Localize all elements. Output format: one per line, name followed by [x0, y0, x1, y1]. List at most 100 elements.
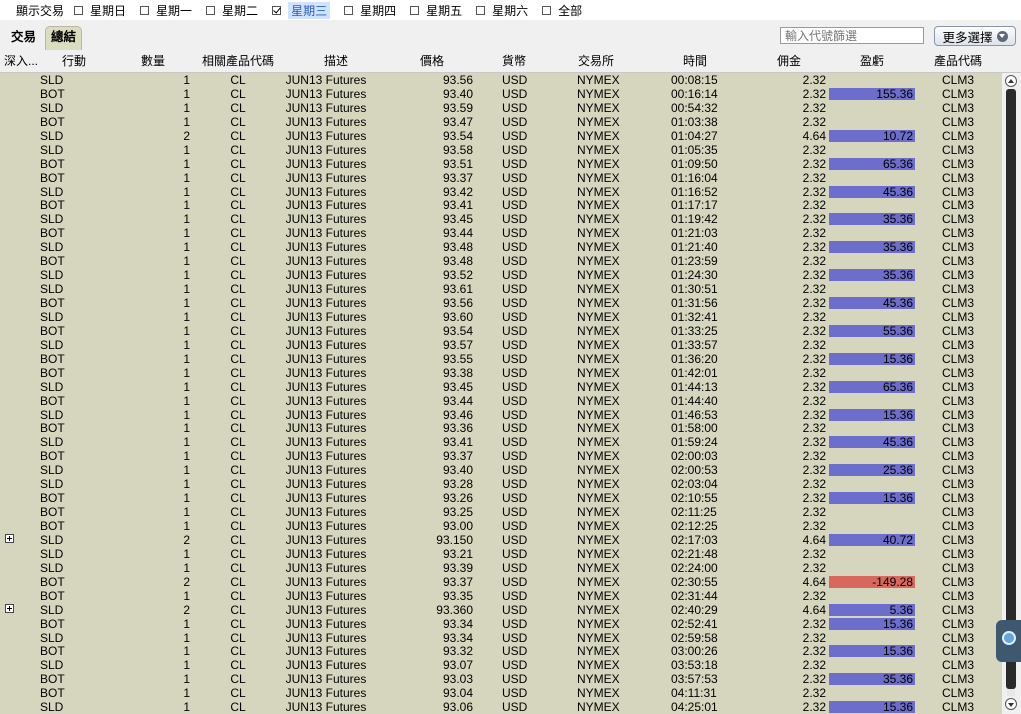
table-row[interactable]: BOT 1 CL JUN13 Futures 93.44 USD NYMEX 01:44:40… — [0, 394, 1002, 408]
cell-commission: 2.32 — [802, 616, 826, 631]
cell-symbol: CLM3 — [942, 477, 975, 492]
table-row[interactable]: SLD 2 CL JUN13 Futures 93.360 USD NYMEX 02:40:2… — [0, 603, 1002, 617]
day-mon-checkbox[interactable]: 星期一 — [140, 2, 192, 19]
table-row[interactable]: BOT 1 CL JUN13 Futures 93.41 USD NYMEX 01:17:17… — [0, 198, 1002, 212]
tab-trades[interactable]: 交易 — [6, 27, 41, 47]
table-row[interactable]: BOT 1 CL JUN13 Futures 93.36 USD NYMEX 01:58:00… — [0, 421, 1002, 435]
scroll-down-icon[interactable] — [1005, 698, 1017, 710]
checkbox-icon[interactable] — [410, 5, 420, 15]
checkbox-icon[interactable] — [476, 5, 486, 15]
scroll-thumb[interactable] — [1006, 89, 1016, 689]
col-underlying[interactable]: 相關產品代碼 — [202, 51, 274, 72]
cell-exchange: NYMEX — [577, 672, 620, 687]
col-symbol[interactable]: 產品代碼 — [934, 51, 982, 72]
col-drill[interactable]: 深入... — [4, 51, 38, 72]
checkbox-icon[interactable] — [344, 5, 354, 15]
table-row[interactable]: BOT 1 CL JUN13 Futures 93.03 USD NYMEX 03:57:53… — [0, 672, 1002, 686]
col-exchange[interactable]: 交易所 — [578, 51, 614, 72]
table-row[interactable]: BOT 1 CL JUN13 Futures 93.55 USD NYMEX 01:36:20… — [0, 352, 1002, 366]
table-row[interactable]: SLD 1 CL JUN13 Futures 93.07 USD NYMEX 03:53:18… — [0, 658, 1002, 672]
day-tue-checkbox[interactable]: 星期二 — [206, 2, 258, 19]
checkbox-icon[interactable] — [140, 5, 150, 15]
table-row[interactable]: SLD 1 CL JUN13 Futures 93.57 USD NYMEX 01:33:57… — [0, 338, 1002, 352]
table-row[interactable]: SLD 1 CL JUN13 Futures 93.45 USD NYMEX 01:44:13… — [0, 380, 1002, 394]
table-row[interactable]: SLD 1 CL JUN13 Futures 93.56 USD NYMEX 00:08:15… — [0, 73, 1002, 87]
cell-price: 93.54 — [442, 128, 473, 143]
table-row[interactable]: BOT 1 CL JUN13 Futures 93.35 USD NYMEX 02:31:44… — [0, 589, 1002, 603]
cell-qty: 1 — [183, 184, 190, 199]
table-row[interactable]: SLD 1 CL JUN13 Futures 93.39 USD NYMEX 02:24:00… — [0, 561, 1002, 575]
table-row[interactable]: BOT 1 CL JUN13 Futures 93.47 USD NYMEX 01:03:38… — [0, 115, 1002, 129]
table-row[interactable]: SLD 1 CL JUN13 Futures 93.46 USD NYMEX 01:46:53… — [0, 408, 1002, 422]
table-row[interactable]: SLD 1 CL JUN13 Futures 93.52 USD NYMEX 01:24:30… — [0, 268, 1002, 282]
expand-row-icon[interactable] — [5, 603, 14, 613]
table-row[interactable]: BOT 1 CL JUN13 Futures 93.00 USD NYMEX 02:12:25… — [0, 519, 1002, 533]
col-action[interactable]: 行動 — [62, 51, 86, 72]
table-row[interactable]: SLD 1 CL JUN13 Futures 93.60 USD NYMEX 01:32:41… — [0, 310, 1002, 324]
table-row[interactable]: BOT 1 CL JUN13 Futures 93.51 USD NYMEX 01:09:50… — [0, 157, 1002, 171]
day-wed-checkbox[interactable]: 星期三 — [272, 1, 331, 19]
cell-time: 00:54:32 — [671, 100, 718, 115]
tab-summary[interactable]: 總結 — [45, 26, 83, 50]
table-row[interactable]: SLD 1 CL JUN13 Futures 93.45 USD NYMEX 01:19:42… — [0, 212, 1002, 226]
col-pnl[interactable]: 盈虧 — [860, 51, 884, 72]
cell-exchange: NYMEX — [577, 463, 620, 478]
table-row[interactable]: BOT 1 CL JUN13 Futures 93.56 USD NYMEX 01:31:56… — [0, 296, 1002, 310]
day-fri-checkbox[interactable]: 星期五 — [410, 2, 462, 19]
cell-symbol: CLM3 — [942, 365, 975, 380]
cell-qty: 1 — [183, 73, 190, 87]
table-row[interactable]: SLD 1 CL JUN13 Futures 93.59 USD NYMEX 00:54:32… — [0, 101, 1002, 115]
more-options-button[interactable]: 更多選擇 — [934, 26, 1016, 46]
table-row[interactable]: BOT 1 CL JUN13 Futures 93.54 USD NYMEX 01:33:25… — [0, 324, 1002, 338]
table-row[interactable]: BOT 1 CL JUN13 Futures 93.04 USD NYMEX 04:11:31… — [0, 686, 1002, 700]
table-row[interactable]: SLD 1 CL JUN13 Futures 93.21 USD NYMEX 02:21:48… — [0, 547, 1002, 561]
cell-exchange: NYMEX — [577, 73, 620, 87]
col-time[interactable]: 時間 — [683, 51, 707, 72]
table-row[interactable]: SLD 2 CL JUN13 Futures 93.54 USD NYMEX 01:04:27… — [0, 129, 1002, 143]
expand-row-icon[interactable] — [5, 533, 14, 543]
checkbox-icon[interactable] — [206, 5, 216, 15]
table-row[interactable]: BOT 1 CL JUN13 Futures 93.32 USD NYMEX 03:00:26… — [0, 644, 1002, 658]
table-row[interactable]: SLD 1 CL JUN13 Futures 93.42 USD NYMEX 01:16:52… — [0, 185, 1002, 199]
cell-underlying: CL — [230, 128, 246, 143]
table-row[interactable]: SLD 1 CL JUN13 Futures 93.34 USD NYMEX 02:59:58… — [0, 631, 1002, 645]
cell-exchange: NYMEX — [577, 240, 620, 255]
table-row[interactable]: SLD 1 CL JUN13 Futures 93.41 USD NYMEX 01:59:24… — [0, 435, 1002, 449]
table-row[interactable]: BOT 1 CL JUN13 Futures 93.44 USD NYMEX 01:21:03… — [0, 226, 1002, 240]
table-row[interactable]: SLD 1 CL JUN13 Futures 93.28 USD NYMEX 02:03:04… — [0, 477, 1002, 491]
symbol-filter-input[interactable] — [780, 27, 924, 44]
table-row[interactable]: SLD 1 CL JUN13 Futures 93.40 USD NYMEX 02:00:53… — [0, 463, 1002, 477]
col-currency[interactable]: 貨幣 — [502, 51, 526, 72]
table-row[interactable]: BOT 1 CL JUN13 Futures 93.40 USD NYMEX 00:16:14… — [0, 87, 1002, 101]
table-row[interactable]: BOT 1 CL JUN13 Futures 93.37 USD NYMEX 01:16:04… — [0, 171, 1002, 185]
col-desc[interactable]: 描述 — [324, 51, 348, 72]
cell-pnl: 25.36 — [829, 464, 915, 477]
table-row[interactable]: SLD 1 CL JUN13 Futures 93.48 USD NYMEX 01:21:40… — [0, 240, 1002, 254]
table-row[interactable]: BOT 1 CL JUN13 Futures 93.34 USD NYMEX 02:52:41… — [0, 617, 1002, 631]
checkbox-icon[interactable] — [74, 5, 84, 15]
table-row[interactable]: SLD 1 CL JUN13 Futures 93.06 USD NYMEX 04:25:01… — [0, 700, 1002, 714]
scroll-up-icon[interactable] — [1005, 75, 1017, 87]
table-row[interactable]: BOT 1 CL JUN13 Futures 93.37 USD NYMEX 02:00:03… — [0, 449, 1002, 463]
checkbox-icon[interactable] — [542, 5, 552, 15]
day-all-checkbox[interactable]: 全部 — [542, 2, 582, 19]
side-panel-toggle[interactable] — [996, 620, 1021, 662]
checkbox-icon[interactable] — [272, 5, 282, 15]
table-row[interactable]: BOT 1 CL JUN13 Futures 93.26 USD NYMEX 02:10:55… — [0, 491, 1002, 505]
cell-commission: 2.32 — [802, 672, 826, 687]
col-commission[interactable]: 佣金 — [777, 51, 801, 72]
table-row[interactable]: BOT 1 CL JUN13 Futures 93.48 USD NYMEX 01:23:59… — [0, 254, 1002, 268]
vertical-scrollbar[interactable] — [1002, 73, 1021, 714]
table-row[interactable]: SLD 2 CL JUN13 Futures 93.150 USD NYMEX 02:17:0… — [0, 533, 1002, 547]
day-sat-checkbox[interactable]: 星期六 — [476, 2, 528, 19]
day-sun-checkbox[interactable]: 星期日 — [74, 2, 126, 19]
table-row[interactable]: BOT 1 CL JUN13 Futures 93.38 USD NYMEX 01:42:01… — [0, 366, 1002, 380]
day-thu-checkbox[interactable]: 星期四 — [344, 2, 396, 19]
table-row[interactable]: SLD 1 CL JUN13 Futures 93.61 USD NYMEX 01:30:51… — [0, 282, 1002, 296]
col-price[interactable]: 價格 — [420, 51, 444, 72]
col-qty[interactable]: 數量 — [141, 51, 165, 72]
table-row[interactable]: BOT 2 CL JUN13 Futures 93.37 USD NYMEX 02:30:55… — [0, 575, 1002, 589]
table-row[interactable]: SLD 1 CL JUN13 Futures 93.58 USD NYMEX 01:05:35… — [0, 143, 1002, 157]
table-row[interactable]: BOT 1 CL JUN13 Futures 93.25 USD NYMEX 02:11:25… — [0, 505, 1002, 519]
cell-desc: JUN13 Futures — [285, 602, 367, 617]
